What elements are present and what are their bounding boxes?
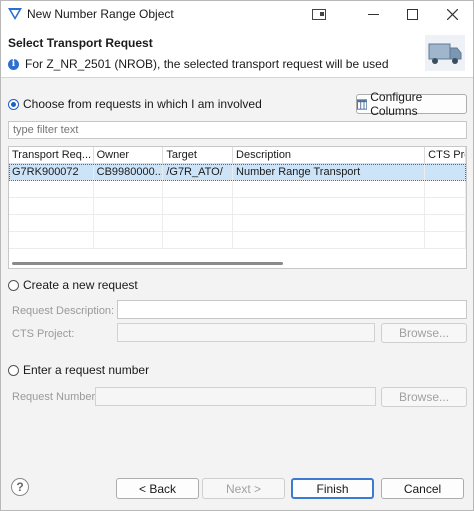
request-number-label: Request Number: xyxy=(12,391,99,403)
info-icon: i xyxy=(8,58,19,70)
header-message-text: For Z_NR_2501 (NROB), the selected trans… xyxy=(25,57,389,71)
request-description-label: Request Description: * xyxy=(12,305,122,317)
choose-requests-radio[interactable]: Choose from requests in which I am invol… xyxy=(8,97,262,111)
close-button[interactable] xyxy=(434,1,470,28)
window-title: New Number Range Object xyxy=(27,7,174,21)
column-header-cts-project[interactable]: CTS Proj xyxy=(425,147,466,164)
minimize-icon xyxy=(367,14,379,15)
table-header: Transport Req... Owner Target Descriptio… xyxy=(9,147,466,164)
browse-label: Browse... xyxy=(398,326,449,340)
title-bar: New Number Range Object xyxy=(1,1,473,28)
page-title: Select Transport Request xyxy=(8,36,153,50)
cts-project-browse-button[interactable]: Browse... xyxy=(381,323,467,343)
back-label: < Back xyxy=(138,481,177,496)
cell-owner: CB9980000... xyxy=(94,164,164,181)
finish-button[interactable]: Finish xyxy=(291,478,374,499)
transport-requests-table: Transport Req... Owner Target Descriptio… xyxy=(8,146,467,269)
back-button[interactable]: < Back xyxy=(116,478,199,499)
table-row[interactable]: G7RK900072 CB9980000... /G7R_ATO/ Number… xyxy=(9,164,466,181)
cell-transport-request: G7RK900072 xyxy=(9,164,94,181)
request-description-field[interactable] xyxy=(117,300,467,319)
minimize-button[interactable] xyxy=(355,1,391,28)
empty-row xyxy=(9,198,466,215)
cell-target: /G7R_ATO/ xyxy=(163,164,234,181)
help-button[interactable]: ? xyxy=(11,478,29,496)
radio-selected-indicator xyxy=(8,98,19,110)
enter-request-radio[interactable]: Enter a request number xyxy=(8,363,149,377)
dialog-window: New Number Range Object Select Transport… xyxy=(0,0,474,511)
request-number-browse-button[interactable]: Browse... xyxy=(381,387,467,407)
column-header-owner[interactable]: Owner xyxy=(94,147,164,164)
maximize-icon xyxy=(406,9,418,20)
create-request-radio[interactable]: Create a new request xyxy=(8,278,138,292)
choose-requests-label: Choose from requests in which I am invol… xyxy=(23,97,262,111)
cts-project-field[interactable] xyxy=(117,323,375,342)
cts-project-label: CTS Project: xyxy=(12,328,75,340)
cell-cts-project xyxy=(425,164,466,181)
radio-unselected-indicator xyxy=(8,364,19,376)
app-icon xyxy=(8,8,22,20)
wizard-header: Select Transport Request i For Z_NR_2501… xyxy=(1,28,473,78)
filter-input[interactable] xyxy=(8,121,467,139)
cancel-label: Cancel xyxy=(403,481,442,496)
request-number-field[interactable] xyxy=(95,387,376,406)
empty-row xyxy=(9,232,466,249)
column-header-description[interactable]: Description xyxy=(233,147,426,164)
empty-row xyxy=(9,215,466,232)
transport-truck-icon xyxy=(425,35,465,71)
maximize-button[interactable] xyxy=(394,1,430,28)
enter-request-label: Enter a request number xyxy=(23,363,150,377)
next-button[interactable]: Next > xyxy=(202,478,285,499)
browse-label: Browse... xyxy=(398,390,449,404)
window-switch-icon xyxy=(312,9,326,20)
window-switch-button[interactable] xyxy=(301,1,337,28)
create-request-label: Create a new request xyxy=(23,278,138,292)
horizontal-scrollbar[interactable] xyxy=(12,262,283,265)
next-label: Next > xyxy=(225,481,261,496)
radio-unselected-indicator xyxy=(8,279,19,291)
cancel-button[interactable]: Cancel xyxy=(381,478,464,499)
close-icon xyxy=(446,9,458,20)
empty-row xyxy=(9,181,466,198)
configure-columns-icon xyxy=(357,98,368,110)
help-icon: ? xyxy=(16,480,24,494)
configure-columns-button[interactable]: Configure Columns xyxy=(356,90,467,118)
finish-label: Finish xyxy=(316,481,349,496)
header-message: i For Z_NR_2501 (NROB), the selected tra… xyxy=(8,57,389,71)
cell-description: Number Range Transport xyxy=(233,164,426,181)
column-header-target[interactable]: Target xyxy=(163,147,234,164)
column-header-transport-request[interactable]: Transport Req... xyxy=(9,147,94,164)
configure-columns-label: Configure Columns xyxy=(370,90,423,118)
